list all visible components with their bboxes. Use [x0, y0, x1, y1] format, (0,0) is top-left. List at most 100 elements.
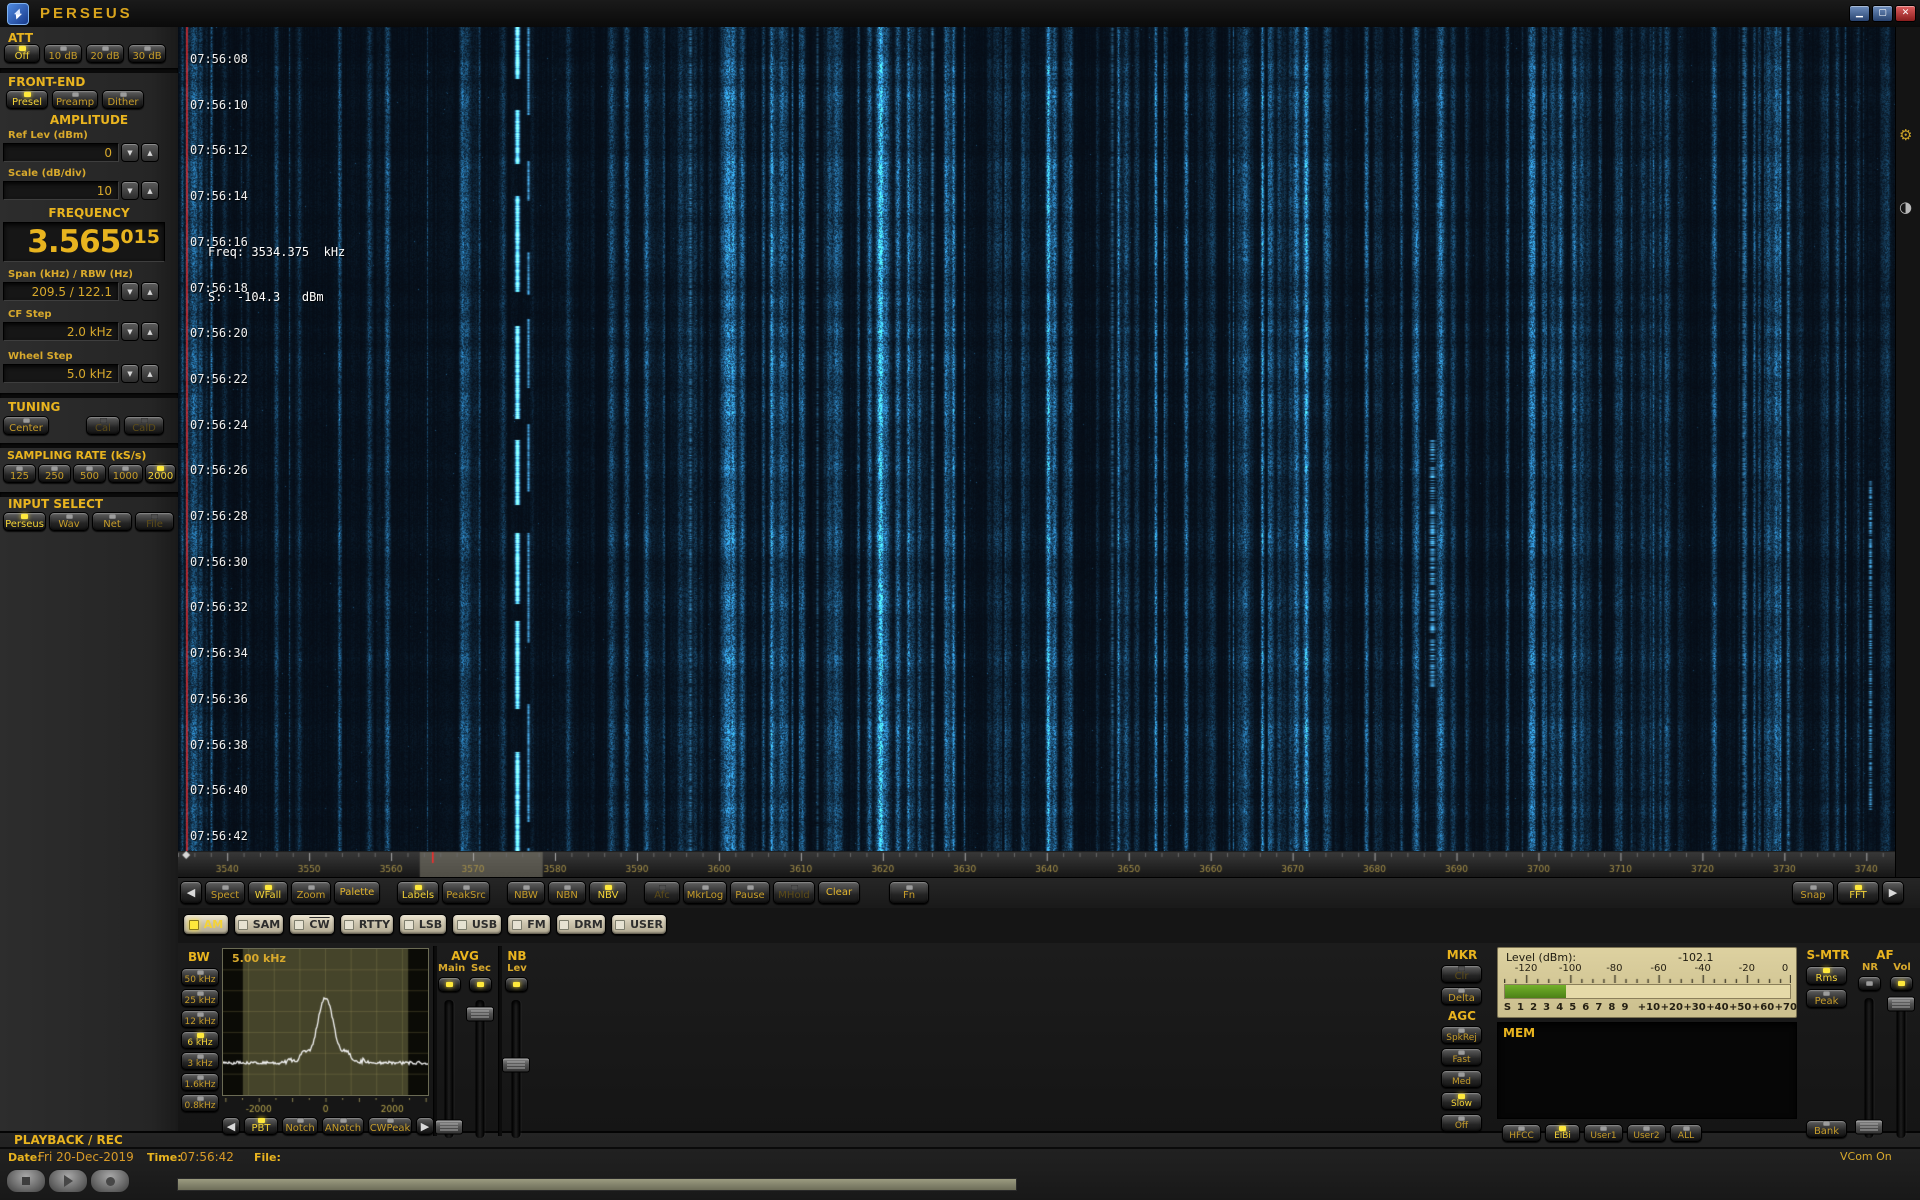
- contrast-icon[interactable]: ◑: [1899, 198, 1912, 216]
- avg-sec-enable-button[interactable]: [469, 977, 492, 992]
- af-nr-slider[interactable]: [1858, 998, 1880, 1138]
- mode-user-button[interactable]: USER: [611, 914, 667, 935]
- mhold-button[interactable]: MHold: [773, 881, 815, 904]
- preamp-button[interactable]: Preamp: [52, 90, 98, 109]
- wfall-button[interactable]: WFall: [248, 881, 288, 904]
- 1-6khz-button[interactable]: 1.6kHz: [181, 1073, 219, 1091]
- scale-field[interactable]: 10: [3, 181, 119, 200]
- nbn-button[interactable]: NBN: [548, 881, 586, 904]
- nbw-button[interactable]: NBW: [507, 881, 545, 904]
- slider-handle[interactable]: [435, 1119, 463, 1134]
- play-button[interactable]: [48, 1169, 88, 1193]
- slider-handle[interactable]: [1855, 1119, 1883, 1134]
- bank-button[interactable]: Bank: [1806, 1120, 1847, 1138]
- rms-button[interactable]: Rms: [1806, 966, 1847, 985]
- record-button[interactable]: [90, 1169, 130, 1193]
- minimize-button[interactable]: ▁: [1849, 5, 1870, 22]
- spin-down-icon[interactable]: ▼: [121, 143, 139, 162]
- mode-sam-button[interactable]: SAM: [234, 914, 284, 935]
- spin-up-icon[interactable]: ▲: [141, 282, 159, 301]
- labels-button[interactable]: Labels: [397, 881, 439, 904]
- nbv-button[interactable]: NBV: [589, 881, 627, 904]
- pbt-button[interactable]: PBT: [244, 1117, 278, 1135]
- notch-button[interactable]: Notch: [282, 1117, 318, 1135]
- user2-button[interactable]: User2: [1627, 1124, 1666, 1142]
- spin-down-icon[interactable]: ▼: [121, 181, 139, 200]
- palette-button[interactable]: Palette: [334, 881, 380, 904]
- af-vol-enable-button[interactable]: [1890, 976, 1913, 991]
- filter-scroll-right-icon[interactable]: ▶: [416, 1117, 434, 1135]
- avg-sec-slider[interactable]: [469, 1000, 491, 1138]
- slider-handle[interactable]: [502, 1057, 530, 1072]
- spin-down-icon[interactable]: ▼: [121, 322, 139, 341]
- ref-lev-field[interactable]: 0: [3, 143, 119, 162]
- 500-button[interactable]: 500: [73, 464, 106, 483]
- toolbar-scroll-right-icon[interactable]: ▶: [1882, 881, 1904, 904]
- memory-list-box[interactable]: [1497, 1022, 1797, 1119]
- net-button[interactable]: Net: [92, 512, 132, 531]
- cald-button[interactable]: CalD: [124, 416, 164, 435]
- slider-handle[interactable]: [466, 1006, 494, 1021]
- mode-drm-button[interactable]: DRM: [556, 914, 606, 935]
- fn-button[interactable]: Fn: [889, 881, 929, 904]
- mode-am-button[interactable]: AM: [183, 914, 229, 935]
- all-button[interactable]: ALL: [1670, 1124, 1702, 1142]
- span-rbw-field[interactable]: 209.5 / 122.1: [3, 282, 119, 301]
- hfcc-button[interactable]: HFCC: [1502, 1124, 1541, 1142]
- off-button[interactable]: Off: [1441, 1114, 1482, 1132]
- toolbar-scroll-left-icon[interactable]: ◀: [180, 881, 202, 904]
- peak-button[interactable]: Peak: [1806, 989, 1847, 1008]
- wheel-step-field[interactable]: 5.0 kHz: [3, 364, 119, 383]
- 2000-button[interactable]: 2000: [145, 464, 176, 483]
- 250-button[interactable]: 250: [38, 464, 71, 483]
- presel-button[interactable]: Presel: [6, 90, 48, 109]
- af-vol-slider[interactable]: [1890, 998, 1912, 1138]
- mode-fm-button[interactable]: FM: [507, 914, 551, 935]
- avg-main-slider[interactable]: [438, 1000, 460, 1138]
- slow-button[interactable]: Slow: [1441, 1092, 1482, 1110]
- 1000-button[interactable]: 1000: [108, 464, 143, 483]
- nb-lev-enable-button[interactable]: [505, 977, 528, 992]
- waterfall-display[interactable]: [178, 27, 1895, 851]
- 10-db-button[interactable]: 10 dB: [44, 44, 82, 63]
- clear-button[interactable]: Clear: [818, 881, 860, 904]
- cf-step-field[interactable]: 2.0 kHz: [3, 322, 119, 341]
- off-button[interactable]: Off: [4, 44, 40, 63]
- playback-progress-bar[interactable]: [177, 1178, 1017, 1191]
- slider-handle[interactable]: [1887, 996, 1915, 1011]
- 20-db-button[interactable]: 20 dB: [86, 44, 124, 63]
- mkrlog-button[interactable]: MkrLog: [683, 881, 727, 904]
- wav-button[interactable]: Wav: [49, 512, 89, 531]
- 12-khz-button[interactable]: 12 kHz: [181, 1010, 219, 1028]
- fft-button[interactable]: FFT: [1837, 881, 1879, 904]
- spect-button[interactable]: Spect: [205, 881, 245, 904]
- afc-button[interactable]: Afc: [644, 881, 680, 904]
- avg-main-enable-button[interactable]: [438, 977, 461, 992]
- af-nr-enable-button[interactable]: [1858, 976, 1881, 991]
- pause-button[interactable]: Pause: [730, 881, 770, 904]
- snap-button[interactable]: Snap: [1792, 881, 1834, 904]
- mode-cw-button[interactable]: CW: [289, 914, 335, 935]
- eibi-button[interactable]: EiBi: [1545, 1124, 1580, 1142]
- user1-button[interactable]: User1: [1584, 1124, 1623, 1142]
- 30-db-button[interactable]: 30 dB: [128, 44, 166, 63]
- spkrej-button[interactable]: SpkRej: [1441, 1026, 1482, 1044]
- spin-up-icon[interactable]: ▲: [141, 143, 159, 162]
- spin-up-icon[interactable]: ▲: [141, 364, 159, 383]
- spin-up-icon[interactable]: ▲: [141, 322, 159, 341]
- frequency-display[interactable]: 3.565015: [3, 222, 165, 262]
- 50-khz-button[interactable]: 50 kHz: [181, 968, 219, 986]
- file-button[interactable]: File: [135, 512, 174, 531]
- cwpeak-button[interactable]: CWPeak: [368, 1117, 412, 1135]
- stop-button[interactable]: [6, 1169, 46, 1193]
- spin-down-icon[interactable]: ▼: [121, 364, 139, 383]
- 6-khz-button[interactable]: 6 kHz: [181, 1031, 219, 1049]
- anotch-button[interactable]: ANotch: [322, 1117, 364, 1135]
- nb-lev-slider[interactable]: [505, 1000, 527, 1138]
- delta-button[interactable]: Delta: [1441, 987, 1482, 1005]
- 125-button[interactable]: 125: [3, 464, 36, 483]
- mode-rtty-button[interactable]: RTTY: [340, 914, 394, 935]
- peaksrc-button[interactable]: PeakSrc: [442, 881, 490, 904]
- fast-button[interactable]: Fast: [1441, 1048, 1482, 1066]
- 3-khz-button[interactable]: 3 kHz: [181, 1052, 219, 1070]
